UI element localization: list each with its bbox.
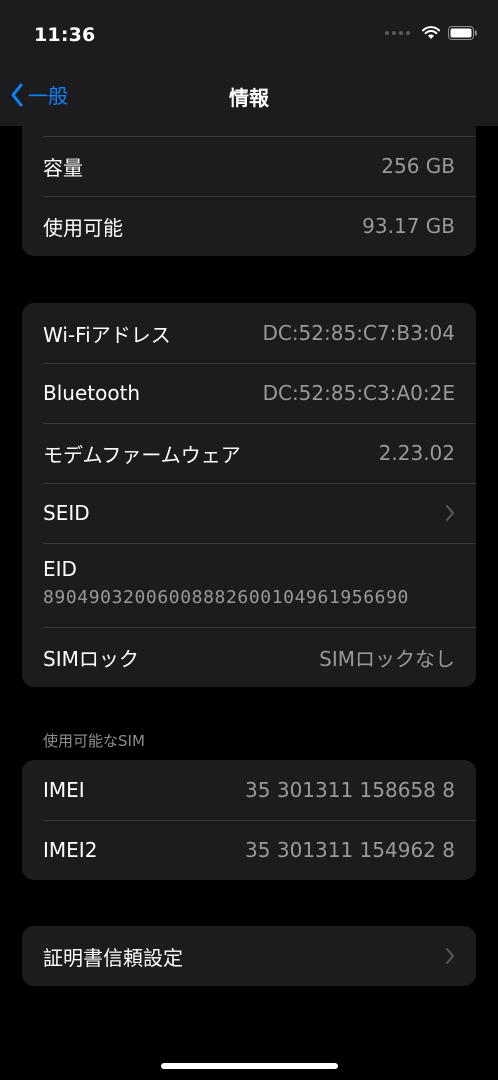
imei2-label: IMEI2 <box>43 838 98 862</box>
eid-label: EID <box>43 557 77 581</box>
bluetooth-value: DC:52:85:C3:A0:2E <box>262 381 455 405</box>
network-group: Wi-Fiアドレス DC:52:85:C7:B3:04 Bluetooth DC… <box>22 303 476 687</box>
capacity-row: 容量 256 GB <box>22 136 476 196</box>
chevron-right-icon <box>446 948 454 964</box>
navigation-header: 11:36 一般 情報 <box>0 0 498 126</box>
wifi-address-row: Wi-Fiアドレス DC:52:85:C7:B3:04 <box>22 303 476 363</box>
eid-row: EID 89049032006008882600104961956690 <box>22 543 476 627</box>
imei-value: 35 301311 158658 8 <box>245 778 455 802</box>
sim-section-caption: 使用可能なSIM <box>43 732 145 750</box>
imei-label: IMEI <box>43 778 85 802</box>
bluetooth-label: Bluetooth <box>43 381 141 405</box>
imei2-value: 35 301311 154962 8 <box>245 838 455 862</box>
seid-label: SEID <box>43 501 90 525</box>
sim-lock-row: SIMロック SIMロックなし <box>22 627 476 687</box>
sim-lock-label: SIMロック <box>43 646 139 671</box>
modem-firmware-value: 2.23.02 <box>378 441 455 465</box>
home-indicator[interactable] <box>161 1063 338 1069</box>
status-time: 11:36 <box>34 24 96 46</box>
signal-icon <box>385 31 410 35</box>
status-icons <box>385 26 478 40</box>
wifi-address-label: Wi-Fiアドレス <box>43 322 171 347</box>
eid-value: 89049032006008882600104961956690 <box>43 587 409 608</box>
modem-firmware-row: モデムファームウェア 2.23.02 <box>22 423 476 483</box>
imei2-row: IMEI2 35 301311 154962 8 <box>22 820 476 880</box>
sim-group: IMEI 35 301311 158658 8 IMEI2 35 301311 … <box>22 760 476 880</box>
wifi-icon <box>422 26 440 39</box>
certificate-group: 証明書信頼設定 <box>22 926 476 986</box>
capacity-label: 容量 <box>43 155 83 180</box>
certificate-trust-label: 証明書信頼設定 <box>43 945 183 970</box>
certificate-trust-row[interactable]: 証明書信頼設定 <box>22 926 476 986</box>
battery-icon <box>448 26 477 40</box>
capacity-value: 256 GB <box>381 154 455 178</box>
bluetooth-row: Bluetooth DC:52:85:C3:A0:2E <box>22 363 476 423</box>
page-title: 情報 <box>229 86 269 110</box>
available-label: 使用可能 <box>43 215 123 240</box>
chevron-right-icon <box>446 505 454 521</box>
sim-lock-value: SIMロックなし <box>319 646 455 671</box>
seid-row[interactable]: SEID <box>22 483 476 543</box>
available-value: 93.17 GB <box>362 214 455 238</box>
imei-row: IMEI 35 301311 158658 8 <box>22 760 476 820</box>
modem-firmware-label: モデムファームウェア <box>43 442 241 467</box>
available-row: 使用可能 93.17 GB <box>22 196 476 256</box>
wifi-address-value: DC:52:85:C7:B3:04 <box>262 321 455 345</box>
